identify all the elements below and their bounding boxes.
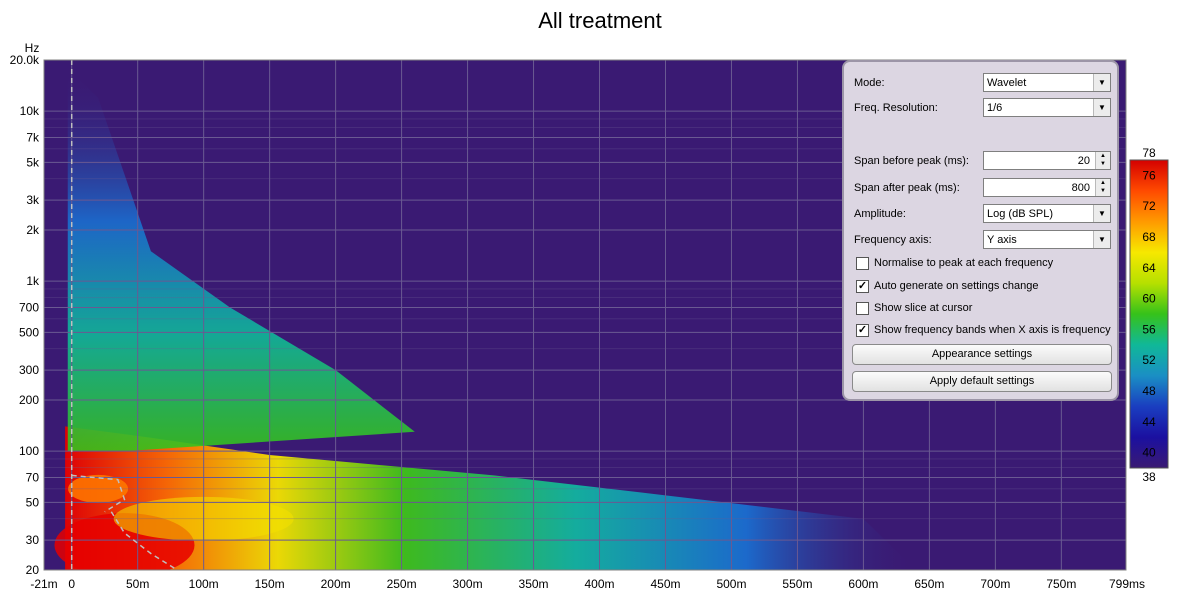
y-tick-label: 300 (19, 363, 39, 377)
normalise-label: Normalise to peak at each frequency (874, 257, 1054, 269)
x-tick-label: 700m (980, 577, 1010, 591)
spinner-arrows-icon[interactable]: ▲ ▼ (1095, 152, 1110, 169)
y-tick-label: 100 (19, 444, 39, 458)
y-tick-label: 5k (26, 155, 40, 169)
span-before-value: 20 (1077, 155, 1090, 167)
chevron-down-icon[interactable]: ▼ (1093, 205, 1110, 222)
freq-resolution-label: Freq. Resolution: (854, 102, 938, 114)
y-tick-label: 700 (19, 301, 39, 315)
chevron-down-icon[interactable]: ▼ (1093, 99, 1110, 116)
y-tick-label: 2k (26, 223, 40, 237)
span-after-label: Span after peak (ms): (854, 182, 960, 194)
y-tick-label: 70 (26, 471, 40, 485)
auto-generate-label: Auto generate on settings change (874, 280, 1039, 292)
x-tick-label: 200m (321, 577, 351, 591)
y-tick-label: 1k (26, 274, 40, 288)
show-slice-checkbox[interactable] (856, 302, 869, 315)
x-tick-label: 500m (716, 577, 746, 591)
chevron-down-icon[interactable]: ▼ (1093, 231, 1110, 248)
appearance-settings-button[interactable]: Appearance settings (852, 344, 1112, 365)
x-tick-label: 0 (68, 577, 75, 591)
x-tick-label: 350m (519, 577, 549, 591)
span-before-input[interactable]: 20 ▲ ▼ (983, 151, 1111, 170)
chevron-down-icon[interactable]: ▼ (1093, 74, 1110, 91)
x-tick-label: 400m (584, 577, 614, 591)
x-tick-label: 450m (650, 577, 680, 591)
colorbar-tick-label: 60 (1142, 292, 1156, 306)
show-bands-checkbox[interactable]: ✓ (856, 324, 869, 337)
mode-value: Wavelet (987, 77, 1027, 89)
x-tick-label: 300m (453, 577, 483, 591)
amplitude-value: Log (dB SPL) (987, 208, 1054, 220)
y-tick-label: 20.0k (10, 53, 40, 67)
colorbar-tick-label: 44 (1142, 415, 1156, 429)
x-tick-label: -21m (30, 577, 57, 591)
y-tick-label: 10k (20, 104, 40, 118)
mode-dropdown[interactable]: Wavelet ▼ (983, 73, 1111, 92)
x-tick-label: 550m (782, 577, 812, 591)
colorbar-tick-label: 64 (1142, 261, 1156, 275)
colorbar-tick-label: 40 (1142, 446, 1156, 460)
y-tick-label: 30 (26, 533, 40, 547)
x-tick-label: 600m (848, 577, 878, 591)
frequency-axis-label: Frequency axis: (854, 234, 932, 246)
apply-default-settings-button[interactable]: Apply default settings (852, 371, 1112, 392)
show-slice-label: Show slice at cursor (874, 302, 973, 314)
settings-panel: Mode: Wavelet ▼ Freq. Resolution: 1/6 ▼ … (842, 60, 1119, 401)
frequency-axis-dropdown[interactable]: Y axis ▼ (983, 230, 1111, 249)
colorbar-tick-label: 38 (1142, 470, 1156, 484)
show-bands-label: Show frequency bands when X axis is freq… (874, 324, 1111, 336)
y-tick-label: 20 (26, 563, 40, 577)
spinner-arrows-icon[interactable]: ▲ ▼ (1095, 179, 1110, 196)
span-before-label: Span before peak (ms): (854, 155, 969, 167)
x-tick-label: 799ms (1109, 577, 1145, 591)
x-tick-label: 650m (914, 577, 944, 591)
x-tick-label: 50m (126, 577, 149, 591)
auto-generate-checkbox[interactable]: ✓ (856, 280, 869, 293)
colorbar-tick-label: 52 (1142, 353, 1156, 367)
freq-resolution-dropdown[interactable]: 1/6 ▼ (983, 98, 1111, 117)
colorbar-tick-label: 48 (1142, 384, 1156, 398)
frequency-axis-value: Y axis (987, 234, 1017, 246)
amplitude-dropdown[interactable]: Log (dB SPL) ▼ (983, 204, 1111, 223)
y-tick-label: 500 (19, 325, 39, 339)
amplitude-label: Amplitude: (854, 208, 906, 220)
freq-resolution-value: 1/6 (987, 102, 1003, 114)
colorbar-tick-label: 76 (1142, 168, 1156, 182)
colorbar-tick-label: 72 (1142, 199, 1156, 213)
colorbar-tick-label: 78 (1142, 146, 1156, 160)
colorbar-tick-label: 68 (1142, 230, 1156, 244)
span-after-value: 800 (1071, 182, 1090, 194)
span-after-input[interactable]: 800 ▲ ▼ (983, 178, 1111, 197)
x-tick-label: 100m (189, 577, 219, 591)
mode-label: Mode: (854, 77, 885, 89)
normalise-checkbox[interactable] (856, 257, 869, 270)
y-tick-label: 7k (26, 131, 40, 145)
x-tick-label: 250m (387, 577, 417, 591)
x-tick-label: 150m (255, 577, 285, 591)
y-tick-label: 200 (19, 393, 39, 407)
y-tick-label: 3k (26, 193, 40, 207)
x-tick-label: 750m (1046, 577, 1076, 591)
y-tick-label: 50 (26, 495, 40, 509)
colorbar-tick-label: 56 (1142, 322, 1156, 336)
